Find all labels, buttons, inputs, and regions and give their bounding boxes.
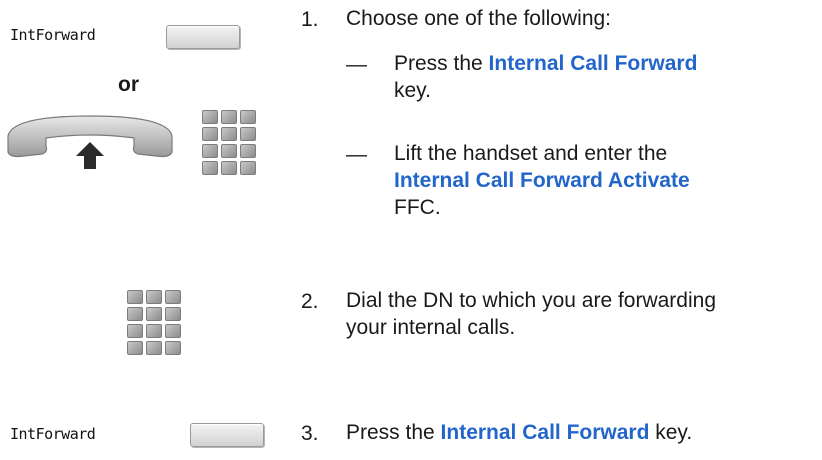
option-2-dash: —	[346, 143, 367, 166]
softkey-button-icon	[166, 25, 240, 49]
option-1-after: key.	[394, 79, 431, 102]
step-3-after: key.	[649, 421, 693, 444]
softkey-label-intforward: IntForward	[10, 26, 96, 44]
step-1-number: 1.	[301, 8, 319, 31]
option-2-before: Lift the handset and enter the	[394, 142, 668, 165]
step-1-text: Choose one of the following:	[346, 7, 612, 30]
option-1-dash: —	[346, 53, 367, 76]
option-2-highlight: Internal Call Forward Activate	[394, 169, 690, 192]
step-3-text: Press the Internal Call Forward key.	[346, 419, 692, 446]
option-2-text: Lift the handset and enter the Internal …	[394, 140, 804, 221]
softkey-label-intforward: IntForward	[10, 425, 96, 443]
keypad-icon	[127, 290, 181, 355]
step-2-line-1: Dial the DN to which you are forwarding	[346, 289, 717, 312]
option-1-text: Press the Internal Call Forward key.	[394, 50, 794, 104]
softkey-button-icon	[190, 423, 264, 447]
step-3-highlight: Internal Call Forward	[440, 421, 650, 444]
keypad-icon	[202, 110, 256, 175]
option-1-highlight: Internal Call Forward	[488, 52, 698, 75]
step-2-text: Dial the DN to which you are forwarding …	[346, 287, 816, 341]
option-2-after: FFC.	[394, 196, 441, 219]
step-2-line-2: your internal calls.	[346, 316, 516, 339]
step-3-before: Press the	[346, 421, 441, 444]
or-label: or	[118, 73, 139, 96]
step-2-number: 2.	[301, 290, 319, 313]
handset-lift-icon	[7, 115, 173, 169]
option-1-before: Press the	[394, 52, 489, 75]
step-3-number: 3.	[301, 422, 319, 445]
